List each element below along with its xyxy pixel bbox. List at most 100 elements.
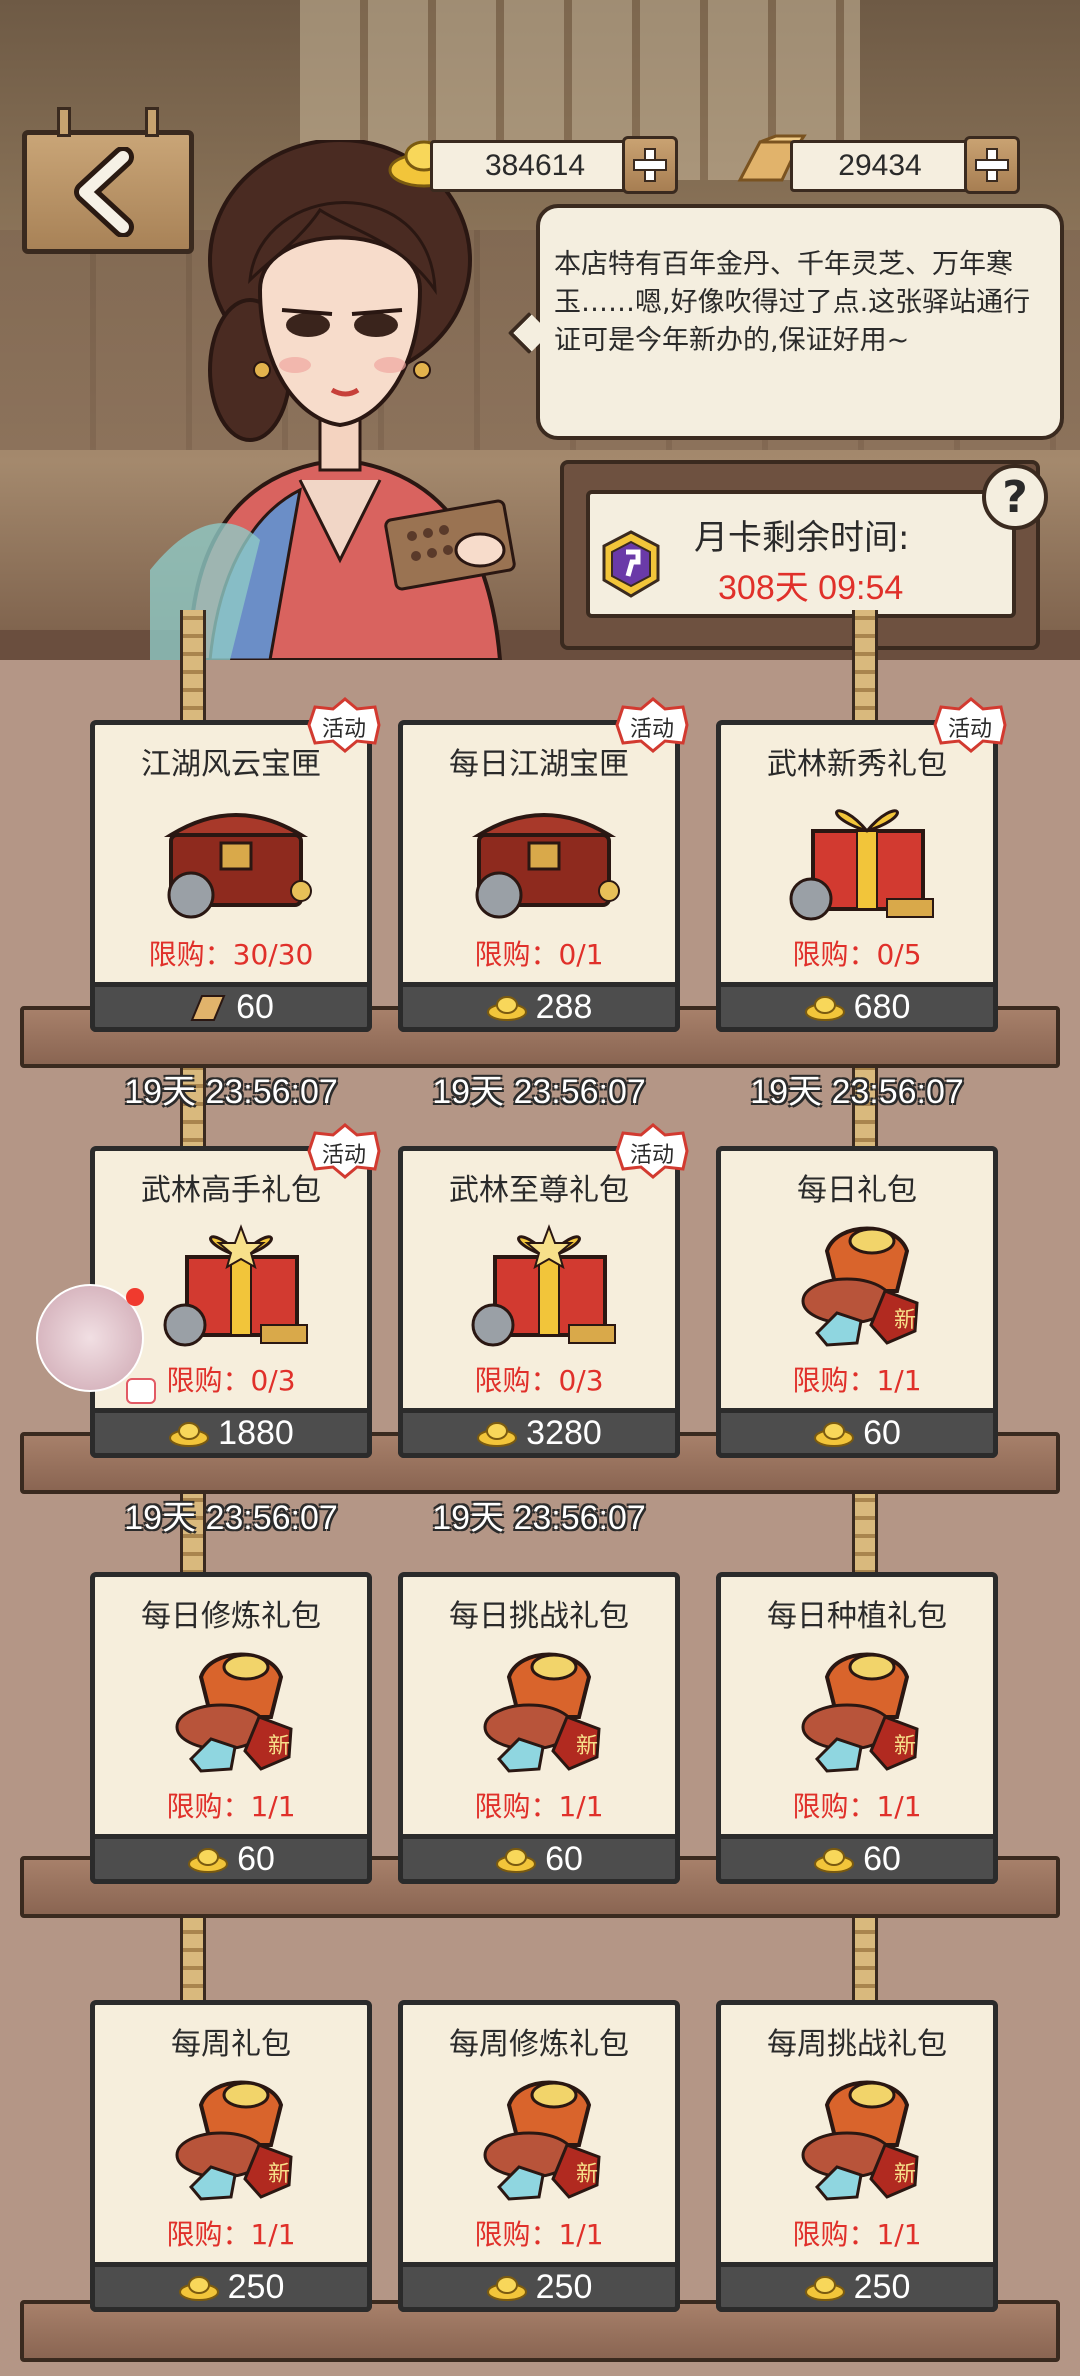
pack-countdown: 19天 23:56:07	[124, 1499, 338, 1537]
pack-purchase-limit: 限购：30/30	[148, 938, 314, 971]
add-bar-button[interactable]	[964, 136, 1020, 194]
resource-bag-icon: 新	[801, 2080, 919, 2201]
pack-buy-button[interactable]: 250	[398, 2262, 680, 2312]
pack-buy-button[interactable]: 1880	[90, 1408, 372, 1458]
new-badge-icon: 新	[894, 1308, 916, 1333]
pack-price: 3280	[526, 1413, 602, 1452]
pack-buy-button[interactable]: 60	[90, 1834, 372, 1884]
gift-box-icon	[789, 809, 934, 921]
pack-card[interactable]: 每日挑战礼包新限购：1/1 60	[398, 1572, 680, 1884]
pack-purchase-limit: 限购：1/1	[166, 1790, 296, 1823]
pack-purchase-limit: 限购：1/1	[792, 1790, 922, 1823]
event-badge: 活动	[611, 1123, 693, 1179]
pack-card[interactable]: 每日种植礼包新限购：1/1 60	[716, 1572, 998, 1884]
pack-purchase-limit: 限购：0/1	[474, 938, 604, 971]
pack-card[interactable]: 每周修炼礼包新限购：1/1 250	[398, 2000, 680, 2312]
pack-buy-button[interactable]: 60	[716, 1834, 998, 1884]
pack-price: 680	[853, 987, 911, 1026]
pack-card[interactable]: 每周挑战礼包新限购：1/1 250	[716, 2000, 998, 2312]
resource-bag-icon: 新	[483, 2080, 601, 2201]
pack-countdown: 19天 23:56:07	[750, 1073, 964, 1111]
gold-ingot-icon	[814, 1848, 855, 1873]
pack-card[interactable]: 每日礼包新限购：1/1 60	[716, 1146, 998, 1458]
new-badge-icon: 新	[268, 1734, 290, 1759]
resource-bag-icon: 新	[801, 1226, 919, 1347]
resource-bag-icon: 新	[483, 1652, 601, 1773]
new-badge-icon: 新	[576, 2162, 598, 2187]
treasure-chest-icon	[163, 813, 312, 919]
pack-price: 60	[236, 987, 274, 1026]
pack-purchase-limit: 限购：1/1	[166, 2218, 296, 2251]
back-arrow-icon	[74, 147, 134, 237]
pack-countdown: 19天 23:56:07	[432, 1499, 646, 1537]
gold-ingot-icon	[188, 1848, 229, 1873]
gold-ingot-icon	[496, 1848, 537, 1873]
pack-purchase-limit: 限购：1/1	[792, 2218, 922, 2251]
new-badge-icon: 新	[576, 1734, 598, 1759]
pack-card[interactable]: 武林新秀礼包 限购：0/5 680 活动	[716, 697, 1007, 1032]
pack-name: 每周礼包	[171, 2027, 291, 2062]
pack-card[interactable]: 每日江湖宝匣 限购：0/1 288 活动	[398, 697, 689, 1032]
monthly-card-gem-icon	[602, 530, 660, 598]
gold-ingot-icon	[169, 1422, 210, 1447]
gold-ingot-icon	[804, 2276, 845, 2301]
pack-purchase-limit: 限购：1/1	[792, 1364, 922, 1397]
pack-buy-button[interactable]: 250	[716, 2262, 998, 2312]
monthly-card-panel: 月卡剩余时间: 308天 09:54	[560, 460, 1040, 650]
pack-price: 288	[535, 987, 593, 1026]
gold-ingot-icon	[814, 1422, 855, 1447]
event-badge-label: 活动	[321, 717, 366, 742]
pack-countdown: 19天 23:56:07	[124, 1073, 338, 1111]
monthly-card-title: 月卡剩余时间:	[694, 518, 910, 558]
pack-name: 每日礼包	[797, 1173, 917, 1208]
bar-amount: 29434	[790, 140, 970, 192]
pack-buy-button[interactable]: 60	[716, 1408, 998, 1458]
pack-buy-button[interactable]: 250	[90, 2262, 372, 2312]
resource-bag-icon: 新	[175, 1652, 293, 1773]
pack-price: 250	[853, 2267, 911, 2306]
event-badge: 活动	[611, 697, 693, 753]
pack-buy-button[interactable]: 680	[716, 982, 998, 1032]
shopkeeper-portrait	[150, 140, 516, 660]
back-button-hook	[57, 107, 71, 137]
pack-price: 60	[237, 1839, 275, 1878]
pack-card[interactable]: 江湖风云宝匣 限购：30/30 60 活动	[90, 697, 381, 1032]
pack-price: 60	[863, 1413, 901, 1452]
gift-box-icon	[163, 1224, 308, 1347]
plus-icon	[633, 148, 667, 182]
gold-ingot-icon	[477, 1422, 518, 1447]
pack-purchase-limit: 限购：1/1	[474, 2218, 604, 2251]
floating-avatar-button[interactable]	[36, 1284, 156, 1404]
gold-ingot-icon	[804, 996, 845, 1021]
new-badge-icon: 新	[268, 2162, 290, 2187]
event-badge-label: 活动	[321, 1143, 366, 1168]
pack-name: 每周修炼礼包	[449, 2027, 629, 2062]
help-button[interactable]: ?	[982, 464, 1048, 530]
silver-bar-icon	[190, 995, 226, 1021]
pack-price: 250	[535, 2267, 593, 2306]
pack-buy-button[interactable]: 3280	[398, 1408, 680, 1458]
back-button[interactable]	[22, 107, 194, 254]
pack-countdown: 19天 23:56:07	[432, 1073, 646, 1111]
pack-card[interactable]: 武林至尊礼包 限购：0/3 3280 活动	[398, 1123, 689, 1458]
pack-price: 60	[863, 1839, 901, 1878]
pack-price: 60	[545, 1839, 583, 1878]
pack-buy-button[interactable]: 60	[398, 1834, 680, 1884]
treasure-chest-icon	[471, 813, 620, 919]
gold-ingot-icon	[178, 2276, 219, 2301]
pack-buy-button[interactable]: 60	[90, 982, 372, 1032]
pack-name: 每周挑战礼包	[767, 2027, 947, 2062]
gold-ingot-icon	[486, 2276, 527, 2301]
gold-ingot-icon	[486, 996, 527, 1021]
pack-purchase-limit: 限购：1/1	[474, 1790, 604, 1823]
monthly-card-inner: 月卡剩余时间: 308天 09:54	[586, 490, 1016, 618]
add-gold-button[interactable]	[622, 136, 678, 194]
speech-text: 本店特有百年金丹、千年灵芝、万年寒玉……嗯,好像吹得过了点.这张驿站通行证可是今…	[554, 249, 1031, 356]
pack-name: 每日挑战礼包	[449, 1599, 629, 1634]
pack-card[interactable]: 每日修炼礼包新限购：1/1 60	[90, 1572, 372, 1884]
monthly-card-remaining: 308天 09:54	[718, 569, 904, 607]
pack-buy-button[interactable]: 288	[398, 982, 680, 1032]
event-badge-label: 活动	[629, 717, 674, 742]
pack-card[interactable]: 每周礼包新限购：1/1 250	[90, 2000, 372, 2312]
notification-dot	[126, 1288, 144, 1306]
